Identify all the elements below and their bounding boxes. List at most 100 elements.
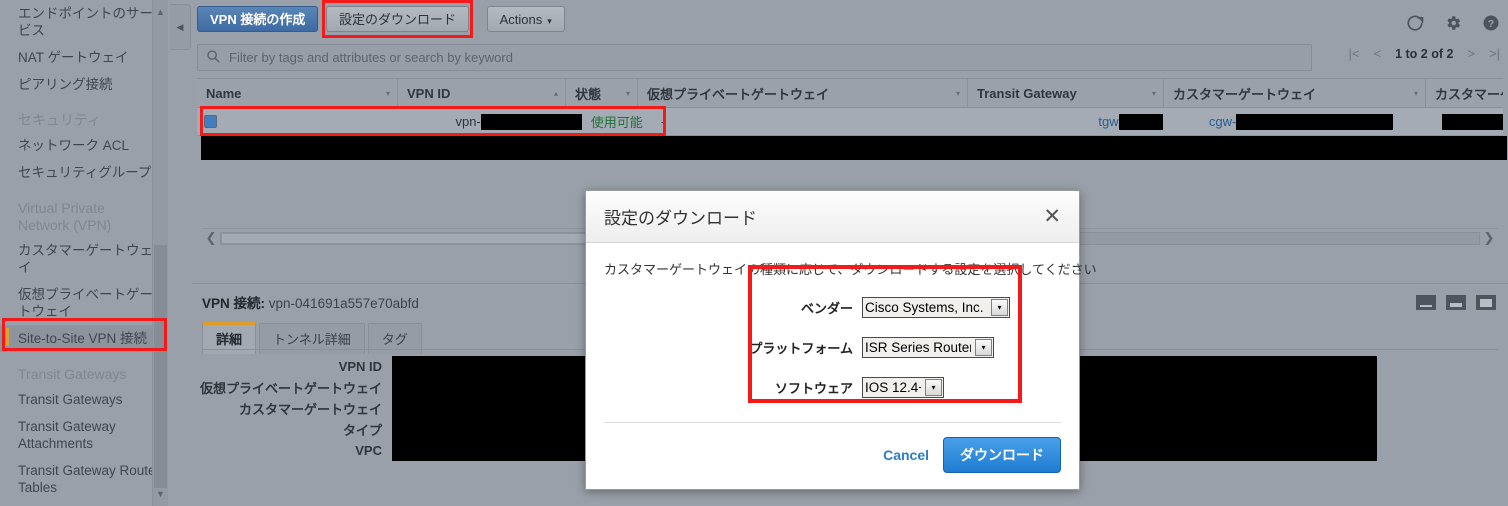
cell-cgw-extra [1417,108,1503,135]
panel-bottom-large-icon[interactable] [1476,295,1496,310]
cell-vgw: - [652,108,972,135]
sidebar-section-header: Virtual Private Network (VPN) [0,186,168,237]
sidebar-scrollbar[interactable]: ▲ ▼ [152,0,168,506]
column-sort-icon[interactable]: ▾ [386,89,390,98]
table-column-header[interactable]: Transit Gateway ▾ [967,79,1163,107]
table-body: vpn- 使用可能 - tgw cgw- [197,108,1503,136]
pagination-next-icon[interactable]: > [1467,46,1475,61]
actions-button[interactable]: Actions ▾ [486,6,565,32]
hscroll-left-icon[interactable]: ❮ [202,230,220,246]
sidebar-section-header: セキュリティ [0,98,168,132]
sidebar-collapse-button[interactable]: ◀ [170,4,191,50]
pagination: |< < 1 to 2 of 2 > >| [1349,46,1500,61]
vgw-value: - [660,114,666,129]
table-column-label: 仮想プライベートゲートウェイ [647,86,830,102]
gear-icon[interactable] [1444,14,1462,32]
sidebar-item-label: セキュリティグループ [18,165,152,180]
close-icon[interactable]: ✕ [1043,206,1061,227]
pagination-prev-icon[interactable]: < [1374,46,1382,61]
aws-vpc-console: エンドポイントのサービス NAT ゲートウェイピアリング接続 セキュリティネットワー… [0,0,1508,506]
table-header-row: Name ▾ VPN ID ▴ 状態 ▾ 仮想プライベートゲートウェイ ▾ Transit Ga… [197,78,1503,108]
modal-select-1[interactable]: ISR Series Routers [862,337,994,358]
column-sort-icon[interactable]: ▾ [1414,89,1418,98]
sidebar-item-7[interactable]: カスタマーゲートウェイ [0,237,168,281]
detail-field-label: カスタマーゲートウェイ [238,402,382,417]
cell-vpn-id: vpn- [419,108,582,135]
sidebar-scroll-up-icon[interactable]: ▲ [153,4,168,20]
checkbox-icon [204,115,218,128]
table-header-cells: Name ▾ VPN ID ▴ 状態 ▾ 仮想プライベートゲートウェイ ▾ Transit Ga… [197,79,1503,107]
modal-field-label: ソフトウェア [774,381,853,396]
modal-footer: Cancel ダウンロード [604,422,1061,489]
sidebar-item-label: エンドポイントのサービス [18,6,153,38]
tgw-redaction [1118,113,1163,130]
cell-state: 使用可能 [582,108,652,135]
column-sort-icon[interactable]: ▾ [1152,89,1156,98]
table-row[interactable]: vpn- 使用可能 - tgw cgw- [197,108,1503,136]
search-input[interactable] [227,49,1281,66]
table-column-header[interactable]: カスタマーゲ [1425,79,1503,107]
table-column-header[interactable]: カスタマーゲートウェイ ▾ [1163,79,1425,107]
cgw-prefix: cgw- [1208,114,1237,129]
column-sort-icon[interactable]: ▴ [554,89,558,98]
download-button[interactable]: ダウンロード [943,437,1061,473]
refresh-icon[interactable] [1406,14,1424,32]
panel-bottom-medium-icon[interactable] [1446,295,1466,310]
modal-select-0[interactable]: Cisco Systems, Inc. [862,297,1010,318]
sidebar-item-0[interactable]: エンドポイントのサービス [0,0,168,44]
row-select-checkbox[interactable] [197,108,224,135]
sidebar-item-9[interactable]: Site-to-Site VPN 接続 [0,325,168,352]
sidebar-item-5[interactable]: セキュリティグループ [0,159,168,186]
pagination-first-icon[interactable]: |< [1349,46,1360,61]
sidebar-item-1[interactable]: NAT ゲートウェイ [0,44,168,71]
sidebar-item-4[interactable]: ネットワーク ACL [0,132,168,159]
table-column-label: Transit Gateway [977,85,1077,101]
sidebar-item-label: ピアリング接続 [18,77,113,92]
toolbar: VPN 接続の作成 設定のダウンロード Actions ▾ ? [192,0,1508,42]
table-column-header[interactable]: Name ▾ [197,79,397,107]
details-title-label: VPN 接続: [202,296,266,311]
panel-bottom-small-icon[interactable] [1416,295,1436,310]
search-box[interactable] [197,44,1312,71]
sidebar-nav: エンドポイントのサービス NAT ゲートウェイピアリング接続 セキュリティネットワー… [0,0,168,501]
modal-field-row: プラットフォーム ISR Series Routers ▾ [604,337,1061,358]
column-sort-icon[interactable]: ▾ [956,89,960,98]
sidebar-item-11[interactable]: Transit Gateways [0,386,168,413]
sidebar-item-2[interactable]: ピアリング接続 [0,71,168,98]
sidebar-item-label: 仮想プライベートゲートウェイ [18,287,153,319]
table-column-header[interactable]: 状態 ▾ [565,79,637,107]
select-wrapper: IOS 12.4+ ▾ [862,377,944,398]
sidebar-item-13[interactable]: Transit Gateway Route Tables [0,457,168,501]
pagination-last-icon[interactable]: >| [1489,46,1500,61]
modal-body: カスタマーゲートウェイの種類に応じて、ダウンロードする設定を選択してください ベ… [586,243,1097,422]
sidebar-item-label: Transit Gateway Attachments [18,419,116,451]
trailing-redaction [1442,113,1503,130]
column-sort-icon[interactable]: ▾ [626,89,630,98]
download-config-button-wrapper: 設定のダウンロード [321,0,473,38]
sidebar-item-label: Virtual Private Network (VPN) [18,200,112,233]
sidebar-item-label: Transit Gateway Route Tables [18,463,156,495]
download-configuration-dialog: 設定のダウンロード ✕ カスタマーゲートウェイの種類に応じて、ダウンロードする設… [585,190,1097,490]
modal-field-label: ベンダー [800,301,853,316]
toolbar-icon-group: ? [1406,14,1500,32]
vpn-id-redaction [480,113,582,130]
sidebar-item-label: セキュリティ [18,112,102,128]
help-icon[interactable]: ? [1482,14,1500,32]
hscroll-right-icon[interactable]: ❯ [1480,230,1498,246]
table-column-header[interactable]: 仮想プライベートゲートウェイ ▾ [637,79,967,107]
sidebar-scroll-thumb[interactable] [154,245,167,488]
sidebar-item-12[interactable]: Transit Gateway Attachments [0,413,168,457]
create-vpn-connection-button[interactable]: VPN 接続の作成 [197,6,319,32]
cell-cgw: cgw- [1163,108,1418,135]
sidebar-scroll-down-icon[interactable]: ▼ [153,486,168,502]
panel-layout-icon-group [1416,295,1496,310]
table-column-header[interactable]: VPN ID ▴ [397,79,565,107]
select-wrapper: ISR Series Routers ▾ [862,337,994,358]
sidebar-item-label: カスタマーゲートウェイ [18,243,153,275]
modal-title: 設定のダウンロード [604,209,757,228]
sidebar-item-8[interactable]: 仮想プライベートゲートウェイ [0,281,168,325]
table-column-label: カスタマーゲートウェイ [1173,86,1317,102]
modal-select-2[interactable]: IOS 12.4+ [862,377,944,398]
cancel-button[interactable]: Cancel [883,447,929,463]
download-configuration-button[interactable]: 設定のダウンロード [325,6,469,32]
